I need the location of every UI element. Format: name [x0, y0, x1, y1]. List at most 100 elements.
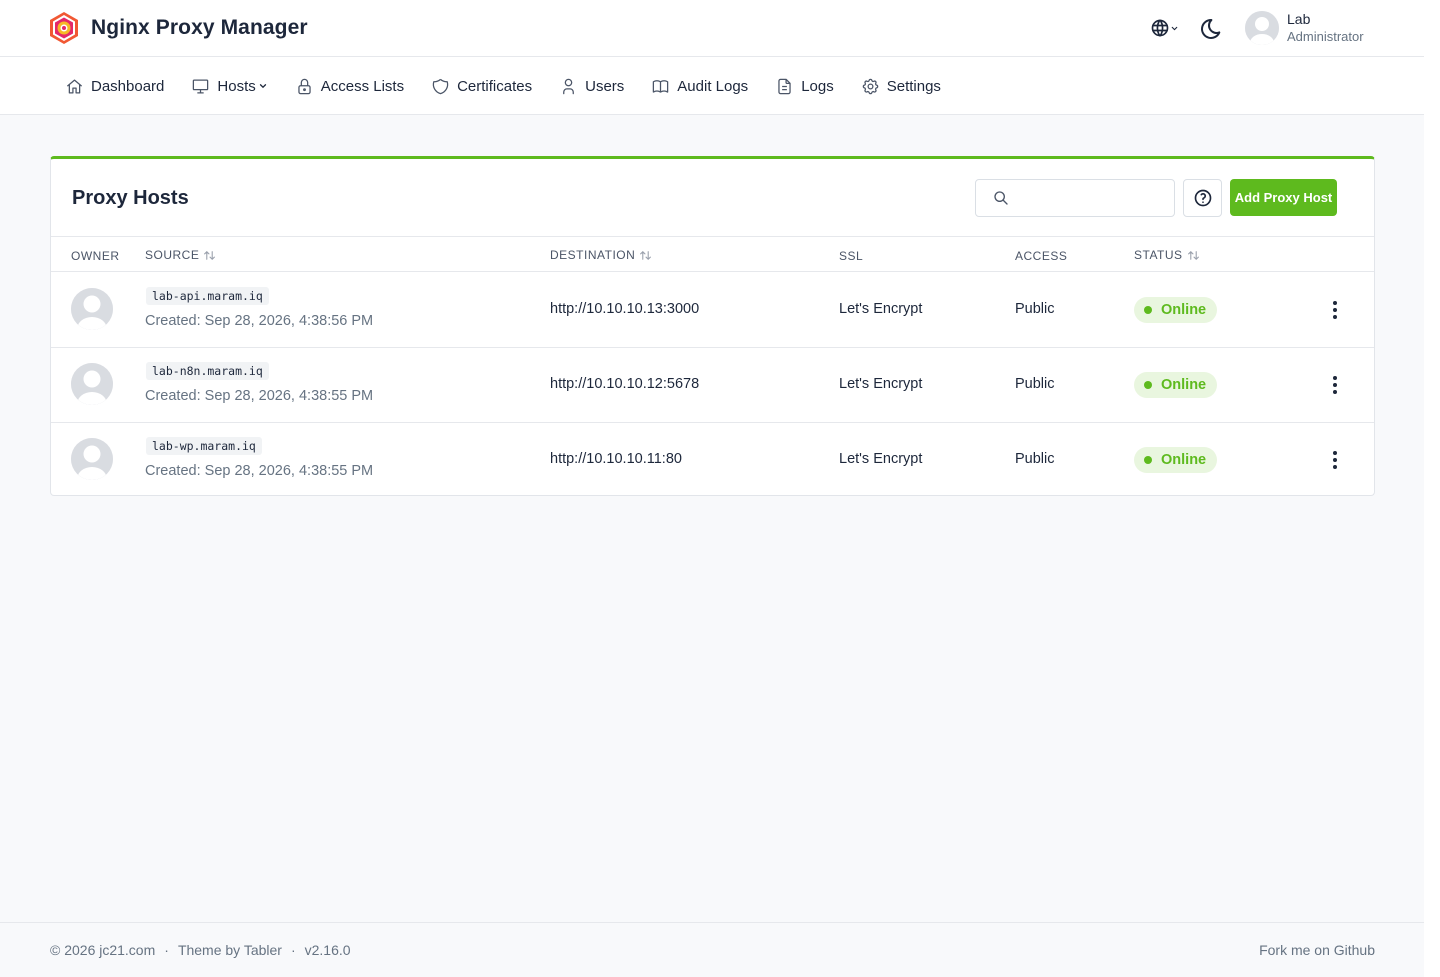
nav-item-users[interactable]: Users [559, 77, 624, 96]
column-ssl-label: SSL [839, 249, 864, 263]
nav-label: Dashboard [91, 77, 165, 95]
source-domain[interactable]: lab-n8n.maram.iq [146, 362, 269, 380]
sort-icon [640, 250, 652, 260]
version-link[interactable]: v2.16.0 [305, 942, 351, 958]
home-icon [66, 79, 83, 93]
sort-icon [1187, 250, 1199, 260]
column-source[interactable]: SOURCE [145, 248, 216, 262]
nav-label: Hosts [217, 77, 256, 95]
ssl-provider: Let's Encrypt [839, 376, 923, 392]
nginx-proxy-manager-logo [50, 12, 78, 44]
row-actions-button[interactable] [1321, 447, 1349, 473]
nav-label: Users [585, 77, 625, 95]
nav-item-certificates[interactable]: Certificates [431, 77, 532, 96]
top-header: Nginx Proxy Manager Lab Administrator [0, 0, 1424, 57]
user-icon [563, 78, 575, 94]
status-label: Online [1161, 377, 1207, 393]
default-user-icon [71, 288, 113, 330]
row-actions-button[interactable] [1321, 297, 1349, 323]
footer-separator: · [164, 942, 169, 958]
destination-url: http://10.10.10.11:80 [550, 451, 682, 467]
add-proxy-host-button[interactable]: Add Proxy Host [1230, 179, 1337, 216]
user-menu[interactable]: Lab Administrator [1245, 11, 1364, 45]
search-icon [994, 191, 1008, 205]
github-link[interactable]: Fork me on Github [1259, 942, 1375, 958]
moon-icon [1201, 18, 1221, 39]
gear-icon [862, 78, 879, 94]
owner-avatar [71, 288, 113, 330]
copyright-link[interactable]: © 2026 jc21.com [50, 942, 155, 958]
access-level: Public [1015, 451, 1055, 467]
status-dot [1144, 456, 1152, 464]
nav-item-dashboard[interactable]: Dashboard [65, 77, 164, 96]
footer-separator: · [290, 942, 296, 958]
column-destination[interactable]: DESTINATION [550, 248, 652, 262]
nav-item-audit-logs[interactable]: Audit Logs [651, 77, 748, 96]
column-destination-label: DESTINATION [550, 248, 636, 262]
help-circle-icon [1194, 189, 1211, 207]
nav-label: Settings [886, 77, 941, 95]
table-header: OWNER SOURCE DESTINATION SSL ACCESS STAT… [51, 236, 1374, 272]
created-date: Created: Sep 28, 2026, 4:38:55 PM [145, 463, 374, 479]
nav-item-logs[interactable]: Logs [775, 77, 834, 96]
column-source-label: SOURCE [145, 248, 200, 262]
nav-label: Logs [801, 77, 834, 95]
destination-url: http://10.10.10.12:5678 [550, 376, 700, 392]
shield-icon [432, 78, 449, 94]
created-date: Created: Sep 28, 2026, 4:38:56 PM [145, 313, 374, 329]
search-input[interactable] [1016, 186, 1166, 210]
owner-avatar [71, 438, 113, 480]
created-date: Created: Sep 28, 2026, 4:38:55 PM [145, 388, 374, 404]
footer: © 2026 jc21.com · Theme by Tabler · v2.1… [0, 922, 1424, 977]
access-level: Public [1015, 301, 1055, 317]
lock-icon [298, 78, 311, 94]
column-access: ACCESS [1015, 249, 1067, 263]
source-domain[interactable]: lab-wp.maram.iq [146, 437, 262, 455]
default-user-icon [1245, 11, 1279, 45]
brand[interactable]: Nginx Proxy Manager [48, 11, 308, 45]
table-row: lab-api.maram.iq Created: Sep 28, 2026, … [51, 273, 1374, 348]
owner-avatar [71, 363, 113, 405]
dark-mode-toggle[interactable] [1199, 17, 1223, 46]
column-access-label: ACCESS [1015, 249, 1068, 263]
globe-icon [1151, 19, 1169, 37]
proxy-hosts-card: Proxy Hosts Add Proxy Host OWNER SOURCE … [50, 156, 1375, 496]
search-box[interactable] [975, 179, 1175, 217]
column-ssl: SSL [839, 249, 863, 263]
theme-link[interactable]: Theme by Tabler [178, 942, 282, 958]
column-status[interactable]: STATUS [1134, 248, 1200, 262]
table-row: lab-wp.maram.iq Created: Sep 28, 2026, 4… [51, 423, 1374, 498]
ssl-provider: Let's Encrypt [839, 451, 923, 467]
status-dot [1144, 306, 1152, 314]
nav-label: Certificates [457, 77, 533, 95]
nav-item-access-lists[interactable]: Access Lists [295, 77, 404, 96]
nav-label: Access Lists [320, 77, 405, 95]
main-navigation: Dashboard Hosts Access Lists Certificate… [0, 57, 1424, 115]
sort-icon [204, 250, 216, 260]
status-dot [1144, 381, 1152, 389]
book-icon [653, 79, 669, 93]
nav-label: Audit Logs [677, 77, 749, 95]
status-badge: Online [1134, 297, 1218, 323]
chevron-down-icon [1171, 26, 1178, 30]
scrollbar[interactable] [1424, 0, 1440, 977]
nav-item-settings[interactable]: Settings [861, 77, 941, 96]
user-name: Lab [1287, 11, 1311, 27]
status-label: Online [1161, 452, 1207, 468]
row-actions-button[interactable] [1321, 372, 1349, 398]
destination-url: http://10.10.10.13:3000 [550, 301, 700, 317]
help-button[interactable] [1183, 179, 1222, 217]
app-title: Nginx Proxy Manager [91, 16, 308, 39]
access-level: Public [1015, 376, 1055, 392]
default-user-icon [71, 438, 113, 480]
file-icon [778, 78, 791, 94]
nav-item-hosts[interactable]: Hosts [191, 77, 267, 96]
language-selector[interactable] [1150, 18, 1179, 38]
source-domain[interactable]: lab-api.maram.iq [146, 287, 269, 305]
monitor-icon [193, 79, 209, 93]
table-row: lab-n8n.maram.iq Created: Sep 28, 2026, … [51, 348, 1374, 423]
ssl-provider: Let's Encrypt [839, 301, 923, 317]
status-badge: Online [1134, 372, 1218, 398]
status-label: Online [1161, 302, 1207, 318]
avatar [1245, 11, 1279, 45]
